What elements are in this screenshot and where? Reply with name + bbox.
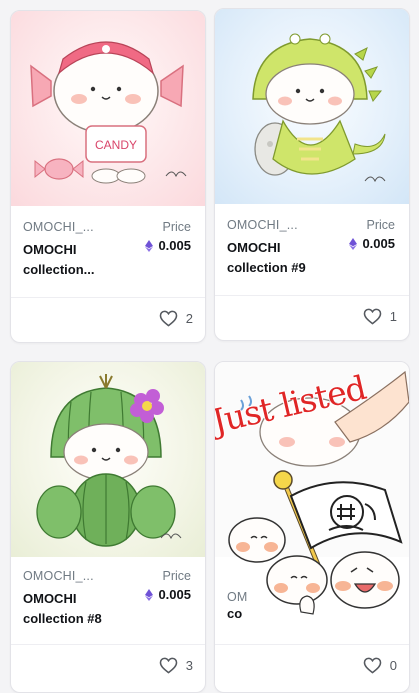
heart-icon: [363, 308, 382, 325]
nft-title[interactable]: co: [227, 604, 331, 624]
ethereum-icon: [145, 588, 154, 601]
card-footer: 1: [215, 295, 409, 340]
nft-image-dino[interactable]: [215, 9, 409, 204]
heart-icon: [159, 310, 178, 327]
favorite-button[interactable]: 3: [159, 657, 193, 674]
heart-icon: [159, 657, 178, 674]
card-footer: 2: [11, 297, 205, 342]
card-footer: 0: [215, 644, 409, 689]
nft-image-melon[interactable]: [11, 362, 205, 557]
favorite-button[interactable]: 2: [159, 310, 193, 327]
candy-sign-text: CANDY: [95, 138, 137, 152]
card-footer: 3: [11, 644, 205, 689]
nft-title[interactable]: OMOCHI collection #9: [227, 238, 331, 278]
like-count: 2: [185, 311, 193, 326]
collection-name[interactable]: OMOCHI_...: [227, 218, 298, 232]
collection-name[interactable]: OMOCHI_...: [23, 220, 94, 234]
collection-name[interactable]: OM: [227, 590, 248, 604]
nft-card-2[interactable]: OMOCHI_... OMOCHI collection #9 Price 0.…: [214, 8, 410, 341]
favorite-button[interactable]: 0: [363, 657, 397, 674]
price-label: Price: [162, 569, 191, 583]
price-value: 0.005: [145, 238, 191, 253]
nft-title[interactable]: OMOCHI collection...: [23, 240, 127, 280]
nft-card-3[interactable]: OMOCHI_... OMOCHI collection #8 Price 0.…: [10, 361, 206, 693]
price-value: 0.005: [145, 587, 191, 602]
nft-card-1[interactable]: CANDY OMOCHI_... OMOCHI collection... Pr…: [10, 10, 206, 343]
like-count: 0: [389, 658, 397, 673]
price-value: 0.005: [349, 236, 395, 251]
like-count: 3: [185, 658, 193, 673]
ethereum-icon: [349, 237, 358, 250]
favorite-button[interactable]: 1: [363, 308, 397, 325]
nft-card-4[interactable]: Just listed OM co 0: [214, 361, 410, 693]
price-label: Price: [366, 218, 395, 232]
collection-name[interactable]: OMOCHI_...: [23, 569, 94, 583]
price-label: Price: [162, 220, 191, 234]
nft-title[interactable]: OMOCHI collection #8: [23, 589, 127, 629]
like-count: 1: [389, 309, 397, 324]
ethereum-icon: [145, 239, 154, 252]
heart-icon: [363, 657, 382, 674]
nft-image-candy[interactable]: CANDY: [11, 11, 205, 206]
